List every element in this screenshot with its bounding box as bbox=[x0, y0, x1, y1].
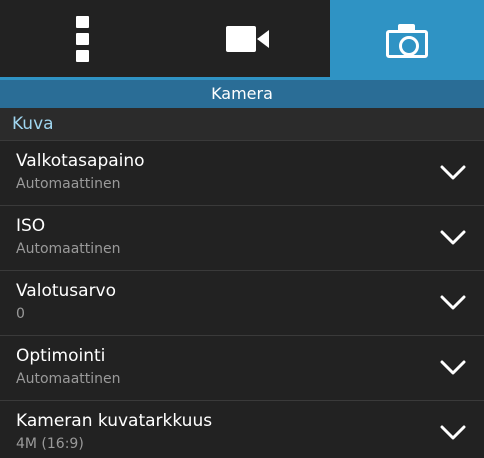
chevron-down-icon[interactable] bbox=[440, 354, 466, 380]
chevron-down-icon[interactable] bbox=[440, 289, 466, 315]
setting-value: Automaattinen bbox=[16, 371, 121, 387]
camera-icon bbox=[386, 23, 428, 58]
camera-settings-panel: Kamera Kuva Valkotasapaino Automaattinen… bbox=[0, 0, 484, 458]
setting-title: Valkotasapaino bbox=[16, 151, 145, 171]
vertical-dots-icon bbox=[75, 15, 90, 62]
chevron-down-icon[interactable] bbox=[440, 419, 466, 445]
setting-title: Kameran kuvatarkkuus bbox=[16, 411, 213, 431]
setting-value: Automaattinen bbox=[16, 241, 121, 257]
settings-tab-bar bbox=[0, 0, 484, 80]
tab-video[interactable] bbox=[165, 0, 330, 77]
chevron-down-icon[interactable] bbox=[440, 159, 466, 185]
setting-row-iso[interactable]: ISO Automaattinen bbox=[0, 206, 484, 271]
setting-title: Optimointi bbox=[16, 346, 106, 366]
setting-row-resolution[interactable]: Kameran kuvatarkkuus 4M (16:9) bbox=[0, 401, 484, 458]
setting-value: 0 bbox=[16, 306, 25, 322]
video-camera-icon bbox=[225, 25, 270, 52]
setting-row-exposure-value[interactable]: Valotusarvo 0 bbox=[0, 271, 484, 336]
setting-row-optimization[interactable]: Optimointi Automaattinen bbox=[0, 336, 484, 401]
setting-title: Valotusarvo bbox=[16, 281, 117, 301]
tab-camera[interactable] bbox=[330, 0, 484, 77]
setting-title: ISO bbox=[16, 216, 46, 236]
chevron-down-icon[interactable] bbox=[440, 224, 466, 250]
panel-title: Kamera bbox=[0, 80, 484, 108]
tab-more[interactable] bbox=[0, 0, 165, 77]
section-label: Kuva bbox=[12, 114, 54, 134]
setting-value: Automaattinen bbox=[16, 176, 121, 192]
setting-value: 4M (16:9) bbox=[16, 436, 84, 452]
setting-row-white-balance[interactable]: Valkotasapaino Automaattinen bbox=[0, 141, 484, 206]
section-header-kuva: Kuva bbox=[0, 108, 484, 141]
